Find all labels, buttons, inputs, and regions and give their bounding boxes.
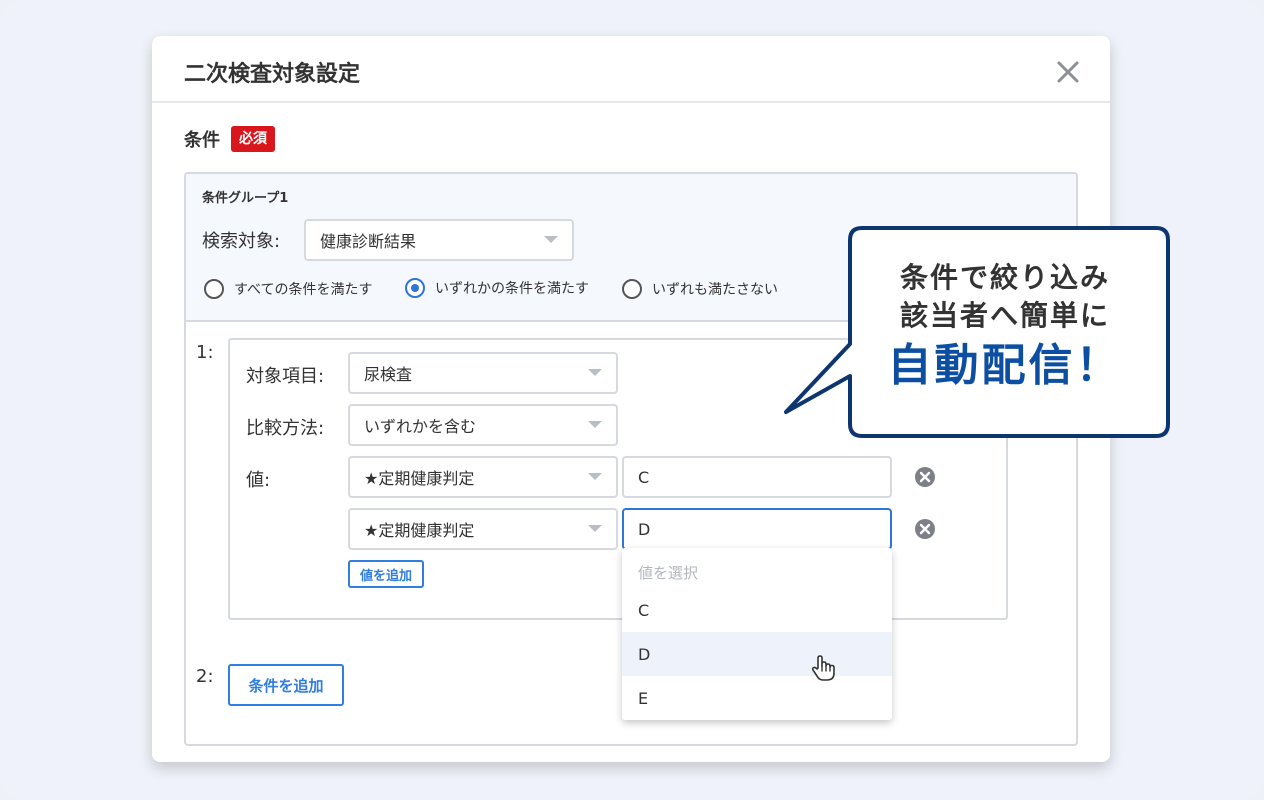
radio-label: いずれも満たさない [652,282,778,298]
compare-method-label: 比較方法: [246,418,325,439]
value-field-select-2[interactable]: ★定期健康判定 [348,508,618,550]
chevron-down-icon [588,525,602,532]
dropdown-option-d[interactable]: D [622,632,892,676]
target-item-value: 尿検査 [364,365,413,384]
radio-none-condition[interactable]: いずれも満たさない [622,279,778,299]
radio-selected-icon [405,278,425,298]
search-target-value: 健康診断結果 [320,232,417,251]
chevron-down-icon [588,473,602,480]
value-input-1[interactable]: C [622,456,892,498]
dropdown-option-e[interactable]: E [622,676,892,720]
callout-accent: 自動配信！ [887,340,1123,391]
chevron-down-icon [588,421,602,428]
condition-index-2: 2: [196,666,214,687]
required-badge: 必須 [231,126,275,152]
callout-text: 条件で絞り込み 該当者へ簡単に 自動配信！ [845,259,1165,397]
callout-line-2: 該当者へ簡単に [899,299,1110,332]
radio-label: すべての条件を満たす [234,282,373,298]
search-target-label: 検索対象: [202,231,281,252]
target-item-select[interactable]: 尿検査 [348,352,618,394]
radio-any-condition[interactable]: いずれかの条件を満たす [405,278,589,298]
remove-circle-icon[interactable] [914,518,936,540]
value-input-2[interactable]: D [622,508,892,550]
chevron-down-icon [544,236,558,243]
radio-circle-icon [204,279,224,299]
radio-all-conditions[interactable]: すべての条件を満たす [204,279,372,299]
dialog-header: 二次検査対象設定 [152,36,1110,103]
radio-label: いずれかの条件を満たす [435,281,589,297]
condition-group-name: 条件グループ1 [202,191,289,206]
value-input-text: D [638,519,651,539]
callout-line-1: 条件で絞り込み [899,261,1110,294]
radio-circle-icon [622,279,642,299]
condition-index-1: 1: [196,342,214,363]
search-target-select[interactable]: 健康診断結果 [304,219,574,261]
value-field-name: ★定期健康判定 [364,469,475,488]
condition-section-label: 条件 [184,130,220,151]
hand-pointer-icon [811,655,835,681]
dropdown-option-c[interactable]: C [622,588,892,632]
add-condition-button[interactable]: 条件を追加 [228,664,344,706]
dialog-title: 二次検査対象設定 [184,62,361,87]
value-input-text: C [638,467,650,487]
value-field-select-1[interactable]: ★定期健康判定 [348,456,618,498]
compare-method-select[interactable]: いずれかを含む [348,404,618,446]
value-dropdown-menu: 値を選択 C D E [622,548,892,720]
add-value-button[interactable]: 値を追加 [348,560,424,588]
chevron-down-icon [588,369,602,376]
value-label: 値: [246,470,271,491]
remove-circle-icon[interactable] [914,466,936,488]
close-icon[interactable] [1054,58,1082,86]
target-item-label: 対象項目: [246,366,325,387]
value-field-name: ★定期健康判定 [364,521,475,540]
compare-method-value: いずれかを含む [364,417,477,436]
